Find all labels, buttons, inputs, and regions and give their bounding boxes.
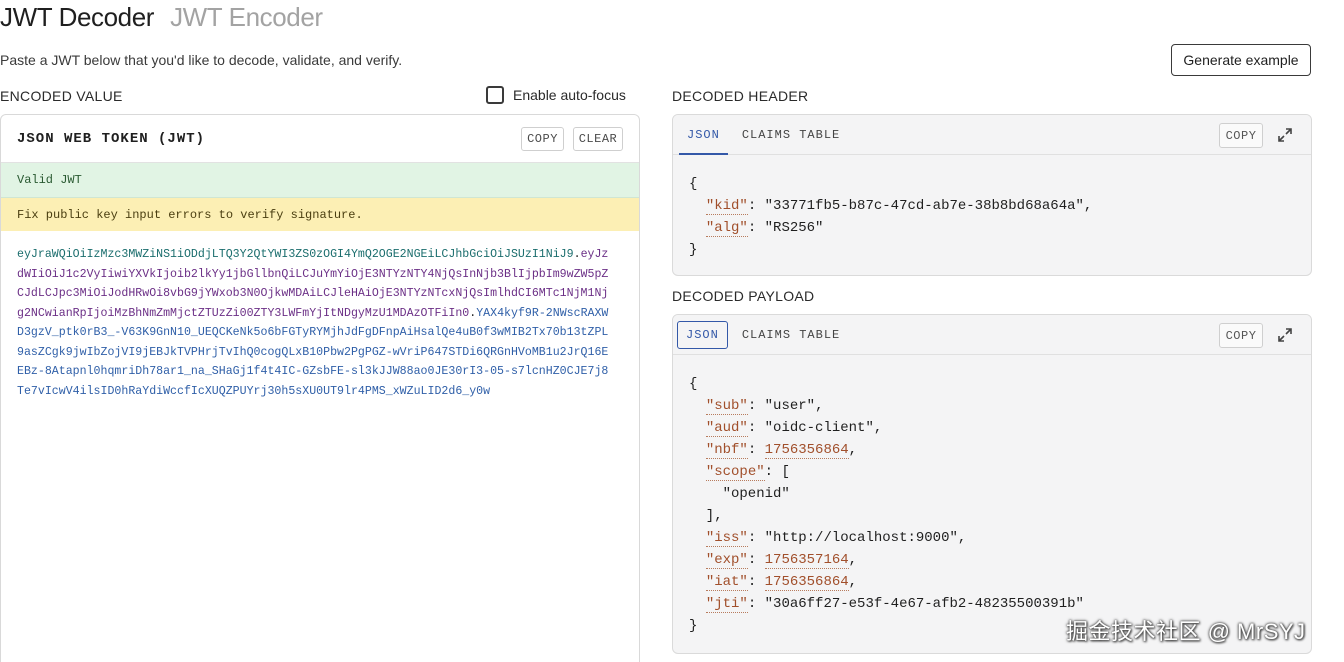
generate-example-button[interactable]: Generate example [1171, 44, 1311, 76]
json-line: "jti": "30a6ff27-e53f-4e67-afb2-48235500… [705, 596, 1084, 613]
json-line: { [689, 376, 698, 392]
json-value: "33771fb5-b87c-47cd-ab7e-38b8bd68a64a" [764, 198, 1084, 214]
payload-tab-json[interactable]: JSON [677, 320, 728, 349]
json-line: "alg": "RS256" [705, 220, 824, 237]
decoded-payload-panel: JSON CLAIMS TABLE COPY { "sub": "user", … [672, 314, 1312, 654]
header-tab-json[interactable]: JSON [679, 115, 728, 155]
json-key[interactable]: "exp" [705, 552, 748, 569]
json-line: "openid" [689, 486, 790, 502]
decoded-payload-label: DECODED PAYLOAD [672, 288, 815, 304]
json-line: "exp": 1756357164, [705, 552, 858, 569]
payload-tab-claims-table[interactable]: CLAIMS TABLE [734, 321, 848, 349]
decoded-header-panel: JSON CLAIMS TABLE COPY { "kid": "33771fb… [672, 114, 1312, 276]
json-key[interactable]: "sub" [705, 398, 748, 415]
decoded-header-json: { "kid": "33771fb5-b87c-47cd-ab7e-38b8bd… [673, 155, 1311, 261]
json-key[interactable]: "kid" [705, 198, 748, 215]
signature-warning-status: Fix public key input errors to verify si… [1, 198, 639, 231]
auto-focus-label: Enable auto-focus [513, 87, 626, 103]
json-value: "http://localhost:9000" [764, 530, 958, 546]
json-line: ], [689, 508, 723, 524]
json-key[interactable]: "aud" [705, 420, 748, 437]
watermark: 掘金技术社区 @ MrSYJ [1066, 619, 1306, 644]
json-value: [ [781, 464, 790, 480]
json-line: "kid": "33771fb5-b87c-47cd-ab7e-38b8bd68… [705, 198, 1093, 215]
expand-icon[interactable] [1277, 127, 1293, 143]
json-line: "aud": "oidc-client", [705, 420, 883, 437]
json-key[interactable]: "iss" [705, 530, 748, 547]
auto-focus-toggle[interactable]: Enable auto-focus [486, 86, 626, 104]
json-key[interactable]: "iat" [705, 574, 748, 591]
decoded-header-tabs: JSON CLAIMS TABLE COPY [673, 115, 1311, 155]
json-value[interactable]: 1756356864 [764, 442, 849, 459]
copy-payload-button[interactable]: COPY [1219, 323, 1263, 348]
json-line: "sub": "user", [705, 398, 824, 415]
encoded-panel: JSON WEB TOKEN (JWT) COPY CLEAR Valid JW… [0, 114, 640, 662]
json-line: "iat": 1756356864, [705, 574, 858, 591]
token-header-part: eyJraWQiOiIzMzc3MWZiNS1iODdjLTQ3Y2QtYWI3… [17, 248, 574, 261]
json-key[interactable]: "nbf" [705, 442, 748, 459]
json-value[interactable]: 1756357164 [764, 552, 849, 569]
clear-token-button[interactable]: CLEAR [573, 127, 623, 151]
copy-token-button[interactable]: COPY [521, 127, 564, 151]
json-key[interactable]: "jti" [705, 596, 748, 613]
json-value: "RS256" [764, 220, 824, 236]
valid-jwt-status: Valid JWT [1, 163, 639, 198]
json-value: "oidc-client" [764, 420, 874, 436]
json-line: "nbf": 1756356864, [705, 442, 858, 459]
page-subtitle: Paste a JWT below that you'd like to dec… [0, 52, 403, 68]
token-signature-part: YAX4kyf9R-2NWscRAXWD3gzV_ptk0rB3_-V63K9G… [17, 306, 609, 398]
decoded-payload-json: { "sub": "user", "aud": "oidc-client", "… [673, 355, 1311, 637]
decoded-payload-tabs: JSON CLAIMS TABLE COPY [673, 315, 1311, 355]
json-key[interactable]: "scope" [705, 464, 765, 481]
auto-focus-checkbox[interactable] [486, 86, 504, 104]
jwt-token-input[interactable]: eyJraWQiOiIzMzc3MWZiNS1iODdjLTQ3Y2QtYWI3… [1, 231, 625, 401]
json-value: "user" [764, 398, 816, 414]
tab-jwt-decoder[interactable]: JWT Decoder [0, 2, 154, 33]
copy-header-button[interactable]: COPY [1219, 123, 1263, 148]
mode-tabs: JWT Decoder JWT Encoder [0, 2, 323, 36]
decoded-header-label: DECODED HEADER [672, 88, 809, 104]
json-line: } [689, 242, 698, 258]
json-line: "iss": "http://localhost:9000", [705, 530, 967, 547]
json-line: { [689, 176, 698, 192]
json-value[interactable]: 1756356864 [764, 574, 849, 591]
expand-icon[interactable] [1277, 327, 1293, 343]
encoded-panel-header: JSON WEB TOKEN (JWT) COPY CLEAR [1, 115, 639, 163]
encoded-panel-title: JSON WEB TOKEN (JWT) [17, 130, 206, 147]
tab-jwt-encoder[interactable]: JWT Encoder [170, 2, 323, 33]
json-value: "30a6ff27-e53f-4e67-afb2-48235500391b" [764, 596, 1084, 612]
json-line: "scope": [ [705, 464, 790, 481]
header-tab-claims-table[interactable]: CLAIMS TABLE [734, 121, 848, 149]
encoded-value-label: ENCODED VALUE [0, 88, 123, 104]
json-key[interactable]: "alg" [705, 220, 748, 237]
